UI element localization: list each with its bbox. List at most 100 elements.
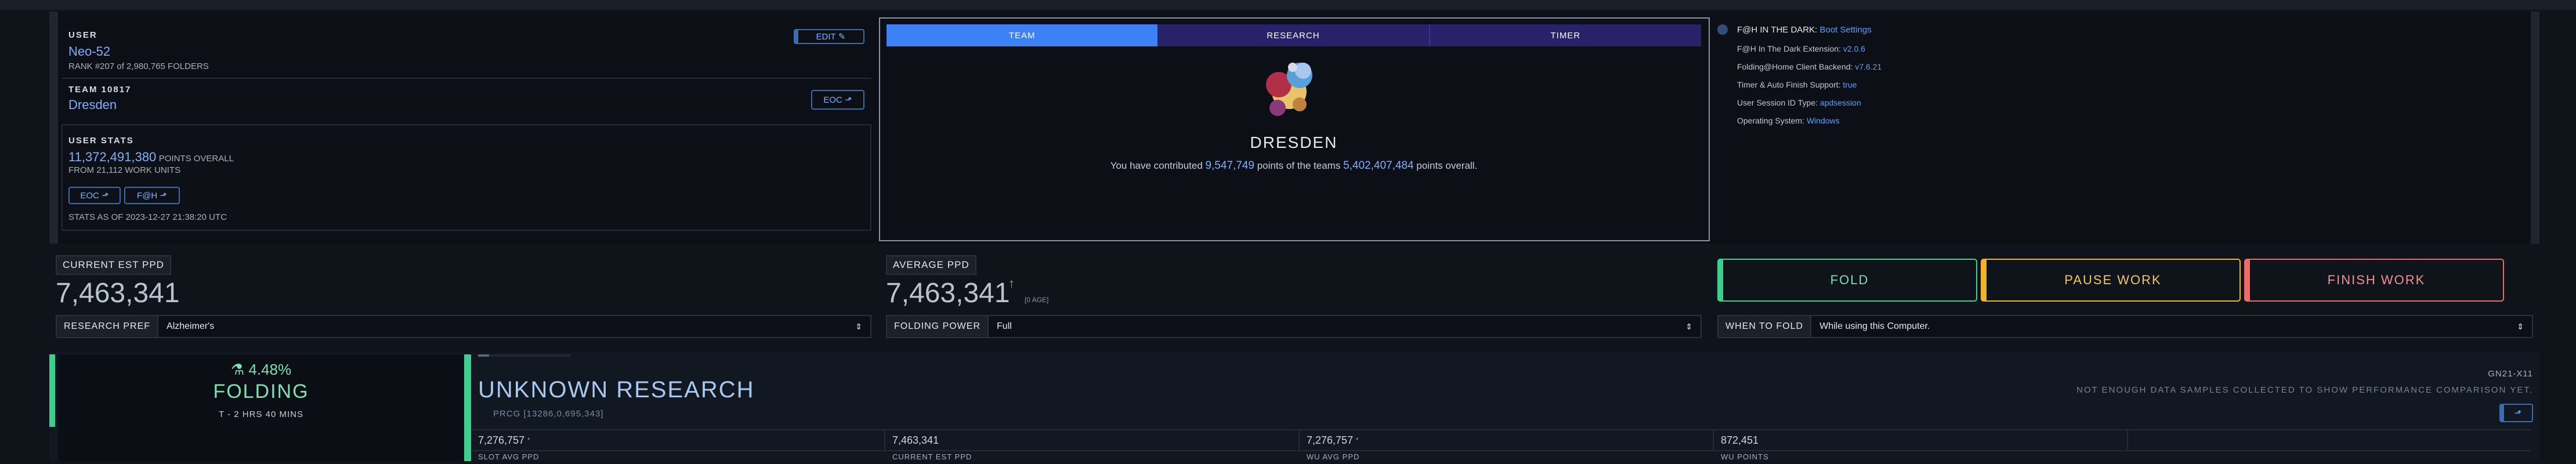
- flask-icon: ⚗: [230, 361, 245, 378]
- sort-arrows-icon: ⇕: [855, 321, 862, 331]
- edit-user-button[interactable]: EDIT ✎: [794, 29, 864, 44]
- slot-avg-ppd: 7,276,757 *: [471, 430, 885, 450]
- user-eoc-label: EOC: [80, 190, 99, 201]
- when-to-fold-label: WHEN TO FOLD: [1718, 316, 1812, 337]
- wu-stats-row: 7,276,757 * 7,463,341 7,276,757 * 872,45…: [471, 429, 2531, 451]
- team-eoc-button[interactable]: EOC ⬏: [811, 90, 864, 110]
- team-logo: [1266, 63, 1312, 116]
- wu-headers-row: SLOT AVG PPD CURRENT EST PPD WU AVG PPD …: [471, 452, 2128, 464]
- frame-left: [49, 12, 58, 244]
- logo-bubble: [1269, 100, 1286, 116]
- when-to-fold-select[interactable]: WHEN TO FOLD While using this Computer. …: [1717, 315, 2533, 338]
- tab-timer[interactable]: TIMER: [1430, 24, 1701, 46]
- team-eoc-label: EOC: [823, 95, 842, 105]
- folding-power-value: Full: [997, 321, 1012, 331]
- logo-bubble: [1293, 97, 1307, 111]
- avg-ppd-age: [0 AGE]: [1025, 296, 1049, 304]
- setting-value: true: [1843, 80, 1857, 89]
- boot-settings-link[interactable]: Boot Settings: [1819, 25, 1871, 35]
- frame-right: [2531, 12, 2539, 244]
- settings-icon: [1717, 24, 1728, 35]
- setting-value: Windows: [1806, 116, 1840, 125]
- setting-session: User Session ID Type: apdsession: [1737, 98, 1861, 107]
- team-name: Dresden: [68, 97, 117, 112]
- progress-line: [464, 354, 471, 461]
- tab-research[interactable]: RESEARCH: [1157, 24, 1430, 46]
- user-points-value: 11,372,491,380: [68, 150, 157, 164]
- contrib-mid: points of the teams: [1257, 160, 1341, 171]
- top-bar: [0, 0, 2576, 10]
- user-points: 11,372,491,380 POINTS OVERALL: [68, 150, 234, 165]
- setting-key: Folding@Home Client Backend:: [1737, 62, 1853, 71]
- gpu-id: GN21-X11: [2488, 369, 2533, 379]
- chart-icon: ⬏: [160, 191, 167, 201]
- setting-key: Timer & Auto Finish Support:: [1737, 80, 1841, 89]
- team-points: 5,402,407,484: [1343, 160, 1414, 172]
- cell-value: 7,463,341: [892, 434, 939, 446]
- user-points-suffix: POINTS OVERALL: [158, 154, 234, 164]
- chart-icon: ⬏: [102, 191, 109, 201]
- compare-note: NOT ENOUGH DATA SAMPLES COLLECTED TO SHO…: [2076, 385, 2533, 395]
- contrib-suffix: points overall.: [1416, 160, 1478, 171]
- user-divider: [61, 78, 871, 79]
- setting-value: v7.6.21: [1855, 62, 1882, 71]
- research-pref-value: Alzheimer's: [167, 321, 215, 331]
- when-to-fold-value: While using this Computer.: [1819, 321, 1930, 331]
- cell-value: 7,276,757: [478, 434, 525, 446]
- user-label: USER: [68, 30, 97, 40]
- user-fah-button[interactable]: F@H ⬏: [124, 187, 180, 204]
- edit-icon: ✎: [838, 32, 846, 42]
- user-stats-label: USER STATS: [68, 136, 134, 146]
- research-title: UNKNOWN RESEARCH: [478, 377, 755, 403]
- cell-value: 872,451: [1721, 434, 1759, 446]
- sort-arrows-icon: ⇕: [2517, 321, 2524, 331]
- current-est-ppd: 7,463,341: [885, 430, 1300, 450]
- finish-label: FINISH WORK: [2327, 273, 2426, 287]
- current-ppd-value: 7,463,341: [56, 278, 180, 309]
- header-current-est-ppd: CURRENT EST PPD: [892, 452, 972, 461]
- setting-key: Operating System:: [1737, 116, 1804, 125]
- wu-progress-fill: [478, 354, 490, 357]
- settings-title-prefix: F@H IN THE DARK:: [1737, 25, 1818, 35]
- setting-key: User Session ID Type:: [1737, 98, 1818, 107]
- work-percent: ⚗ 4.48%: [58, 361, 464, 379]
- contrib-points: 9,547,749: [1205, 160, 1255, 172]
- avg-ppd-value: 7,463,341: [886, 278, 1010, 309]
- percent-value: 4.48%: [248, 361, 292, 378]
- contribution-text: You have contributed 9,547,749 points of…: [887, 160, 1701, 172]
- logo-bubble: [1288, 63, 1297, 72]
- wu-points: 872,451: [1714, 430, 2128, 450]
- logo-bubble: [1295, 63, 1311, 79]
- settings-title: F@H IN THE DARK: Boot Settings: [1737, 25, 1872, 35]
- header-wu-avg-ppd: WU AVG PPD: [1307, 452, 1360, 461]
- fold-button[interactable]: FOLD: [1717, 259, 1977, 302]
- user-rank: RANK #207 of 2,980,765 FOLDERS: [68, 61, 209, 71]
- status-accent: [49, 354, 55, 427]
- folding-power-label: FOLDING POWER: [887, 316, 989, 337]
- avg-ppd-label: AVERAGE PPD: [886, 255, 976, 275]
- fold-label: FOLD: [1830, 273, 1869, 287]
- research-pref-label: RESEARCH PREF: [57, 316, 159, 337]
- setting-os: Operating System: Windows: [1737, 116, 1840, 125]
- pause-button[interactable]: PAUSE WORK: [1981, 259, 2241, 302]
- pause-label: PAUSE WORK: [2064, 273, 2162, 287]
- tab-team[interactable]: TEAM: [887, 24, 1158, 46]
- user-eoc-button[interactable]: EOC ⬏: [68, 187, 121, 204]
- project-id: PRCG [13286,0,695,343]: [493, 409, 604, 419]
- setting-timer: Timer & Auto Finish Support: true: [1737, 80, 1857, 89]
- center-tabs: TEAM RESEARCH TIMER: [887, 24, 1701, 46]
- research-pref-select[interactable]: RESEARCH PREF Alzheimer's ⇕: [56, 315, 871, 338]
- user-fah-label: F@H: [137, 190, 158, 201]
- work-state: FOLDING: [213, 380, 309, 403]
- finish-button[interactable]: FINISH WORK: [2244, 259, 2504, 302]
- cell-value: 7,276,757: [1307, 434, 1354, 446]
- team-label: TEAM 10817: [68, 85, 132, 95]
- header-slot-avg-ppd: SLOT AVG PPD: [478, 452, 540, 461]
- wu-chart-button[interactable]: ⬏: [2499, 404, 2533, 422]
- wu-progress: [478, 354, 571, 357]
- user-work-units: FROM 21,112 WORK UNITS: [68, 165, 181, 175]
- setting-extension: F@H In The Dark Extension: v2.0.6: [1737, 44, 1865, 53]
- trend-up-icon: ↑: [1008, 276, 1015, 291]
- folding-power-select[interactable]: FOLDING POWER Full ⇕: [886, 315, 1702, 338]
- wu-avg-ppd: 7,276,757 *: [1300, 430, 1714, 450]
